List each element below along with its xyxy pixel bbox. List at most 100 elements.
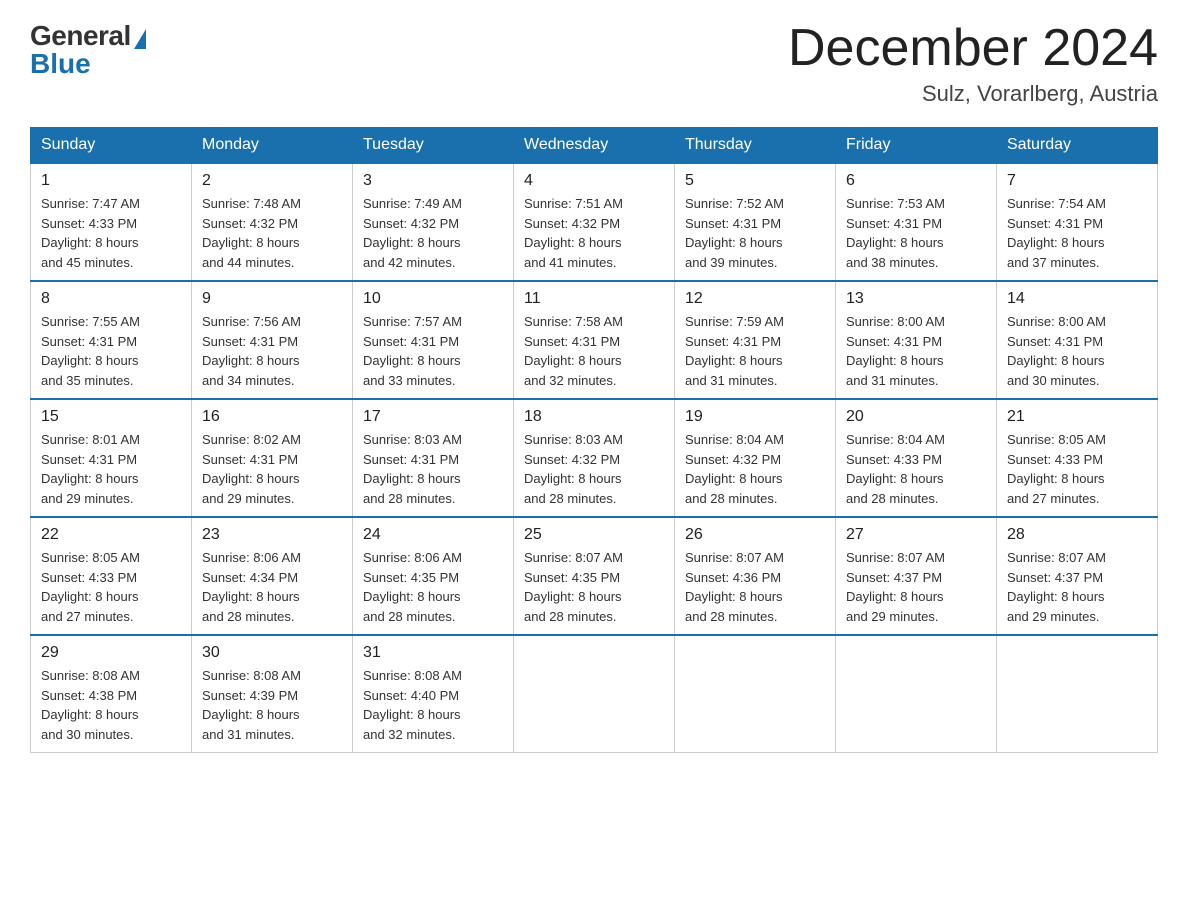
calendar-day-cell: 8 Sunrise: 7:55 AM Sunset: 4:31 PM Daylig… [31,281,192,399]
calendar-week-row: 29 Sunrise: 8:08 AM Sunset: 4:38 PM Dayli… [31,635,1158,753]
calendar-day-cell: 9 Sunrise: 7:56 AM Sunset: 4:31 PM Daylig… [192,281,353,399]
calendar-week-row: 1 Sunrise: 7:47 AM Sunset: 4:33 PM Daylig… [31,163,1158,281]
day-info: Sunrise: 7:47 AM Sunset: 4:33 PM Dayligh… [41,194,181,272]
day-info: Sunrise: 7:51 AM Sunset: 4:32 PM Dayligh… [524,194,664,272]
day-number: 3 [363,172,503,190]
day-info: Sunrise: 8:00 AM Sunset: 4:31 PM Dayligh… [1007,312,1147,390]
day-info: Sunrise: 7:54 AM Sunset: 4:31 PM Dayligh… [1007,194,1147,272]
calendar-header-tuesday: Tuesday [353,128,514,164]
calendar-day-cell: 11 Sunrise: 7:58 AM Sunset: 4:31 PM Dayli… [514,281,675,399]
day-number: 23 [202,526,342,544]
calendar-day-cell: 15 Sunrise: 8:01 AM Sunset: 4:31 PM Dayli… [31,399,192,517]
calendar-day-cell: 2 Sunrise: 7:48 AM Sunset: 4:32 PM Daylig… [192,163,353,281]
day-info: Sunrise: 8:06 AM Sunset: 4:35 PM Dayligh… [363,548,503,626]
day-number: 15 [41,408,181,426]
calendar-day-cell: 18 Sunrise: 8:03 AM Sunset: 4:32 PM Dayli… [514,399,675,517]
calendar-day-cell: 21 Sunrise: 8:05 AM Sunset: 4:33 PM Dayli… [997,399,1158,517]
day-info: Sunrise: 7:58 AM Sunset: 4:31 PM Dayligh… [524,312,664,390]
calendar-day-cell: 3 Sunrise: 7:49 AM Sunset: 4:32 PM Daylig… [353,163,514,281]
month-title: December 2024 [788,20,1158,77]
calendar-header-thursday: Thursday [675,128,836,164]
calendar-week-row: 22Sunrise: 8:05 AM Sunset: 4:33 PM Dayli… [31,517,1158,635]
day-info: Sunrise: 8:04 AM Sunset: 4:33 PM Dayligh… [846,430,986,508]
day-info: Sunrise: 8:08 AM Sunset: 4:40 PM Dayligh… [363,666,503,744]
day-number: 30 [202,644,342,662]
day-number: 29 [41,644,181,662]
calendar-day-cell: 20 Sunrise: 8:04 AM Sunset: 4:33 PM Dayli… [836,399,997,517]
day-info: Sunrise: 8:08 AM Sunset: 4:38 PM Dayligh… [41,666,181,744]
calendar-day-cell: 7 Sunrise: 7:54 AM Sunset: 4:31 PM Daylig… [997,163,1158,281]
day-number: 17 [363,408,503,426]
day-number: 18 [524,408,664,426]
day-number: 26 [685,526,825,544]
calendar-day-cell: 6Sunrise: 7:53 AM Sunset: 4:31 PM Daylig… [836,163,997,281]
page-header: General Blue December 2024 Sulz, Vorarlb… [30,20,1158,107]
calendar-day-cell [675,635,836,753]
day-number: 27 [846,526,986,544]
day-number: 21 [1007,408,1147,426]
calendar-day-cell: 24 Sunrise: 8:06 AM Sunset: 4:35 PM Dayli… [353,517,514,635]
day-info: Sunrise: 7:48 AM Sunset: 4:32 PM Dayligh… [202,194,342,272]
day-info: Sunrise: 7:53 AM Sunset: 4:31 PM Dayligh… [846,194,986,272]
day-info: Sunrise: 7:57 AM Sunset: 4:31 PM Dayligh… [363,312,503,390]
day-info: Sunrise: 8:00 AM Sunset: 4:31 PM Dayligh… [846,312,986,390]
calendar-header-friday: Friday [836,128,997,164]
day-number: 5 [685,172,825,190]
day-info: Sunrise: 7:56 AM Sunset: 4:31 PM Dayligh… [202,312,342,390]
calendar-week-row: 15 Sunrise: 8:01 AM Sunset: 4:31 PM Dayli… [31,399,1158,517]
day-info: Sunrise: 8:05 AM Sunset: 4:33 PM Dayligh… [1007,430,1147,508]
day-info: Sunrise: 7:59 AM Sunset: 4:31 PM Dayligh… [685,312,825,390]
day-number: 12 [685,290,825,308]
logo-blue-text: Blue [30,48,91,80]
calendar-header-sunday: Sunday [31,128,192,164]
calendar-day-cell: 14 Sunrise: 8:00 AM Sunset: 4:31 PM Dayli… [997,281,1158,399]
day-number: 7 [1007,172,1147,190]
day-number: 13 [846,290,986,308]
calendar-day-cell: 30 Sunrise: 8:08 AM Sunset: 4:39 PM Dayli… [192,635,353,753]
day-number: 9 [202,290,342,308]
day-info: Sunrise: 8:07 AM Sunset: 4:37 PM Dayligh… [846,548,986,626]
day-info: Sunrise: 7:49 AM Sunset: 4:32 PM Dayligh… [363,194,503,272]
day-number: 14 [1007,290,1147,308]
calendar-day-cell: 27 Sunrise: 8:07 AM Sunset: 4:37 PM Dayli… [836,517,997,635]
day-info: Sunrise: 8:07 AM Sunset: 4:35 PM Dayligh… [524,548,664,626]
day-info: Sunrise: 8:03 AM Sunset: 4:32 PM Dayligh… [524,430,664,508]
day-number: 20 [846,408,986,426]
day-number: 1 [41,172,181,190]
day-number: 2 [202,172,342,190]
calendar-day-cell: 4 Sunrise: 7:51 AM Sunset: 4:32 PM Daylig… [514,163,675,281]
day-info: Sunrise: 8:03 AM Sunset: 4:31 PM Dayligh… [363,430,503,508]
logo-triangle-icon [134,29,146,49]
title-block: December 2024 Sulz, Vorarlberg, Austria [788,20,1158,107]
calendar-day-cell: 12 Sunrise: 7:59 AM Sunset: 4:31 PM Dayli… [675,281,836,399]
day-info: Sunrise: 8:08 AM Sunset: 4:39 PM Dayligh… [202,666,342,744]
day-info: Sunrise: 8:07 AM Sunset: 4:37 PM Dayligh… [1007,548,1147,626]
calendar-day-cell: 22Sunrise: 8:05 AM Sunset: 4:33 PM Dayli… [31,517,192,635]
day-number: 25 [524,526,664,544]
day-info: Sunrise: 8:01 AM Sunset: 4:31 PM Dayligh… [41,430,181,508]
calendar-table: SundayMondayTuesdayWednesdayThursdayFrid… [30,127,1158,753]
calendar-day-cell [836,635,997,753]
day-number: 31 [363,644,503,662]
day-number: 24 [363,526,503,544]
calendar-day-cell: 10 Sunrise: 7:57 AM Sunset: 4:31 PM Dayli… [353,281,514,399]
calendar-header-monday: Monday [192,128,353,164]
calendar-day-cell: 1 Sunrise: 7:47 AM Sunset: 4:33 PM Daylig… [31,163,192,281]
calendar-day-cell: 31 Sunrise: 8:08 AM Sunset: 4:40 PM Dayli… [353,635,514,753]
day-number: 10 [363,290,503,308]
calendar-day-cell: 19Sunrise: 8:04 AM Sunset: 4:32 PM Dayli… [675,399,836,517]
calendar-header-saturday: Saturday [997,128,1158,164]
day-number: 4 [524,172,664,190]
calendar-day-cell: 29 Sunrise: 8:08 AM Sunset: 4:38 PM Dayli… [31,635,192,753]
day-info: Sunrise: 8:02 AM Sunset: 4:31 PM Dayligh… [202,430,342,508]
calendar-day-cell: 25 Sunrise: 8:07 AM Sunset: 4:35 PM Dayli… [514,517,675,635]
day-info: Sunrise: 7:55 AM Sunset: 4:31 PM Dayligh… [41,312,181,390]
day-number: 8 [41,290,181,308]
calendar-day-cell: 13 Sunrise: 8:00 AM Sunset: 4:31 PM Dayli… [836,281,997,399]
calendar-day-cell [514,635,675,753]
day-number: 16 [202,408,342,426]
calendar-day-cell: 23Sunrise: 8:06 AM Sunset: 4:34 PM Dayli… [192,517,353,635]
calendar-day-cell: 17 Sunrise: 8:03 AM Sunset: 4:31 PM Dayli… [353,399,514,517]
calendar-day-cell: 16 Sunrise: 8:02 AM Sunset: 4:31 PM Dayli… [192,399,353,517]
day-number: 11 [524,290,664,308]
